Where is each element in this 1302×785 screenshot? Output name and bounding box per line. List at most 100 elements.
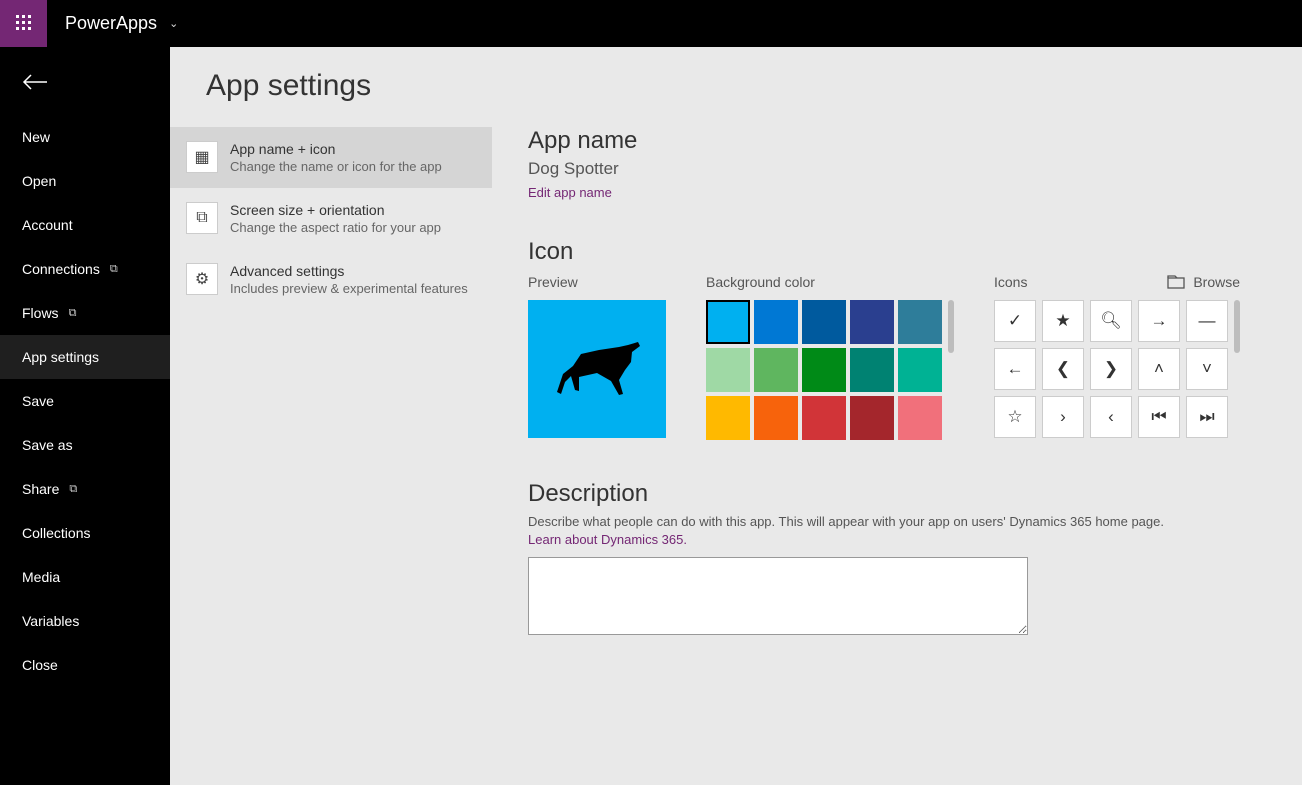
icon-option-arrow-right[interactable]: → xyxy=(1138,300,1180,342)
preview-column: Preview xyxy=(528,274,666,440)
sidebar-item-new[interactable]: New xyxy=(0,115,170,159)
icon-option-chevron-down[interactable]: ˅ xyxy=(1186,348,1228,390)
external-link-icon: ⧉ xyxy=(69,483,77,496)
sidebar-item-save-as[interactable]: Save as xyxy=(0,423,170,467)
setting-item-screen-size-orientation[interactable]: ⧉Screen size + orientationChange the asp… xyxy=(170,188,492,249)
color-swatch[interactable] xyxy=(850,396,894,440)
sidebar-item-label: Open xyxy=(22,173,56,189)
icon-option-arrow-left[interactable]: ← xyxy=(994,348,1036,390)
sidebar-item-label: Save as xyxy=(22,437,73,453)
sidebar-item-label: App settings xyxy=(22,349,99,365)
description-help: Describe what people can do with this ap… xyxy=(528,514,1302,529)
edit-app-name-link[interactable]: Edit app name xyxy=(528,185,1302,200)
sidebar-item-media[interactable]: Media xyxy=(0,555,170,599)
description-heading: Description xyxy=(528,480,1302,508)
setting-item-advanced-settings[interactable]: ⚙Advanced settingsIncludes preview & exp… xyxy=(170,249,492,310)
icon-option-chevron-up[interactable]: ˄ xyxy=(1138,348,1180,390)
back-button[interactable] xyxy=(0,59,170,115)
icon-option-skip-prev[interactable]: ⏮ xyxy=(1138,396,1180,438)
icon-grid: ✓★🔍︎→— ←❮❯˄˅ ☆›‹⏮⏭ xyxy=(994,300,1228,438)
back-arrow-icon xyxy=(22,73,48,91)
setting-item-app-name-icon[interactable]: ▦App name + iconChange the name or icon … xyxy=(170,127,492,188)
color-swatch[interactable] xyxy=(706,300,750,344)
icon-option-star-outline[interactable]: ☆ xyxy=(994,396,1036,438)
icon-scrollbar[interactable] xyxy=(1234,300,1240,353)
color-swatch[interactable] xyxy=(754,300,798,344)
sidebar-item-label: Account xyxy=(22,217,73,233)
setting-title: Advanced settings xyxy=(230,263,468,279)
color-swatch[interactable] xyxy=(706,396,750,440)
bg-color-column: Background color xyxy=(706,274,954,440)
color-swatch[interactable] xyxy=(706,348,750,392)
dog-icon xyxy=(547,334,647,404)
sidebar-item-label: Save xyxy=(22,393,54,409)
setting-icon: ⧉ xyxy=(186,202,218,234)
setting-title: Screen size + orientation xyxy=(230,202,441,218)
sidebar-item-collections[interactable]: Collections xyxy=(0,511,170,555)
sidebar-item-flows[interactable]: Flows ⧉ xyxy=(0,291,170,335)
icon-heading: Icon xyxy=(528,238,1302,266)
color-swatch[interactable] xyxy=(802,348,846,392)
sidebar-item-label: Collections xyxy=(22,525,90,541)
sidebar-item-app-settings[interactable]: App settings xyxy=(0,335,170,379)
color-scrollbar[interactable] xyxy=(948,300,954,353)
icon-option-chevron-right[interactable]: ❯ xyxy=(1090,348,1132,390)
sidebar-item-label: Media xyxy=(22,569,60,585)
icon-option-minus[interactable]: — xyxy=(1186,300,1228,342)
icons-label: Icons xyxy=(994,274,1027,290)
sidebar-item-label: Connections xyxy=(22,261,100,277)
sidebar-item-open[interactable]: Open xyxy=(0,159,170,203)
sidebar-item-label: Variables xyxy=(22,613,79,629)
color-swatch[interactable] xyxy=(802,300,846,344)
waffle-icon xyxy=(16,15,32,31)
description-input[interactable] xyxy=(528,557,1028,635)
color-grid xyxy=(706,300,942,440)
sidebar-item-label: Close xyxy=(22,657,58,673)
icon-option-angle-right[interactable]: › xyxy=(1042,396,1084,438)
color-swatch[interactable] xyxy=(754,348,798,392)
detail-pane: App name Dog Spotter Edit app name Icon … xyxy=(492,127,1302,640)
color-swatch[interactable] xyxy=(898,396,942,440)
sidebar-item-share[interactable]: Share⧉ xyxy=(0,467,170,511)
top-bar: PowerApps ⌄ xyxy=(0,0,1302,47)
sidebar-item-connections[interactable]: Connections ⧉ xyxy=(0,247,170,291)
external-link-icon: ⧉ xyxy=(69,307,77,320)
sidebar-item-account[interactable]: Account xyxy=(0,203,170,247)
icon-option-angle-left[interactable]: ‹ xyxy=(1090,396,1132,438)
color-swatch[interactable] xyxy=(898,348,942,392)
sidebar: New Open Account Connections ⧉ Flows ⧉ App sett… xyxy=(0,47,170,785)
icon-option-chevron-left[interactable]: ❮ xyxy=(1042,348,1084,390)
icon-option-check[interactable]: ✓ xyxy=(994,300,1036,342)
app-launcher-button[interactable] xyxy=(0,0,47,47)
page-title: App settings xyxy=(170,69,1302,127)
color-swatch[interactable] xyxy=(754,396,798,440)
preview-label: Preview xyxy=(528,274,666,290)
setting-desc: Change the name or icon for the app xyxy=(230,159,442,174)
brand-dropdown[interactable]: PowerApps ⌄ xyxy=(47,13,196,34)
external-link-icon: ⧉ xyxy=(110,263,118,276)
chevron-down-icon: ⌄ xyxy=(169,17,178,30)
learn-dynamics-link[interactable]: Learn about Dynamics 365. xyxy=(528,532,687,547)
brand-label: PowerApps xyxy=(65,13,157,34)
sidebar-item-save[interactable]: Save xyxy=(0,379,170,423)
color-swatch[interactable] xyxy=(850,300,894,344)
bg-color-label: Background color xyxy=(706,274,954,290)
settings-list: ▦App name + iconChange the name or icon … xyxy=(170,127,492,640)
color-swatch[interactable] xyxy=(802,396,846,440)
icon-option-search[interactable]: 🔍︎ xyxy=(1090,300,1132,342)
icon-option-star[interactable]: ★ xyxy=(1042,300,1084,342)
app-name-value: Dog Spotter xyxy=(528,159,1302,179)
browse-button[interactable]: Browse xyxy=(1167,274,1240,290)
icons-column: Icons Browse ✓★🔍︎→— ←❮❯˄˅ ☆›‹⏮⏭ xyxy=(994,274,1240,440)
sidebar-item-variables[interactable]: Variables xyxy=(0,599,170,643)
color-swatch[interactable] xyxy=(898,300,942,344)
sidebar-item-label: Flows xyxy=(22,305,59,321)
folder-icon xyxy=(1167,275,1185,289)
setting-icon: ▦ xyxy=(186,141,218,173)
color-swatch[interactable] xyxy=(850,348,894,392)
browse-label: Browse xyxy=(1193,274,1240,290)
icon-option-skip-next[interactable]: ⏭ xyxy=(1186,396,1228,438)
setting-icon: ⚙ xyxy=(186,263,218,295)
content-area: App settings ▦App name + iconChange the … xyxy=(170,47,1302,785)
sidebar-item-close[interactable]: Close xyxy=(0,643,170,687)
